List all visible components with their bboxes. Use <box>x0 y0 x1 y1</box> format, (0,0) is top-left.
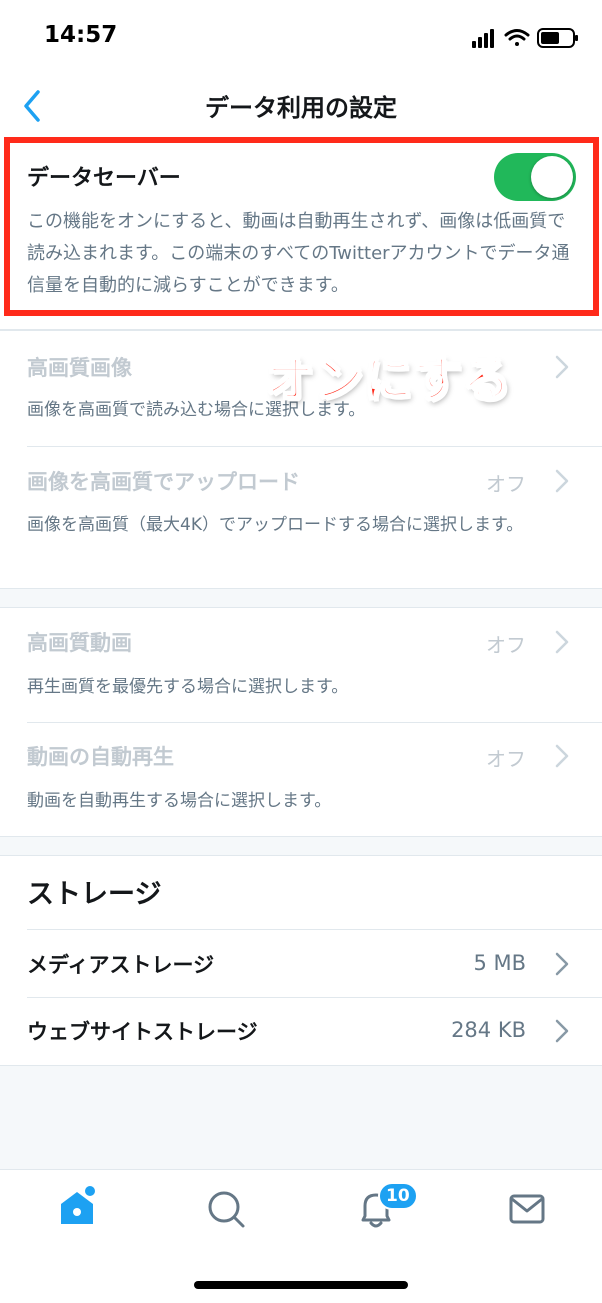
search-tab-icon[interactable] <box>201 1184 251 1234</box>
annotation-text: オンにする <box>265 351 512 409</box>
status-bar: 14:57 <box>0 0 602 72</box>
chevron-right-icon <box>555 952 569 976</box>
media-storage-value: 5 MB <box>473 951 526 975</box>
high-quality-video-title: 高画質動画 <box>27 631 132 655</box>
status-icons <box>472 28 578 48</box>
video-autoplay-value: オフ <box>486 747 526 771</box>
website-storage-value: 284 KB <box>451 1018 526 1042</box>
website-storage-label: ウェブサイトストレージ <box>27 1020 258 1044</box>
data-saver-toggle[interactable] <box>494 153 576 201</box>
messages-tab-icon[interactable] <box>502 1184 552 1234</box>
chevron-right-icon <box>555 630 569 654</box>
high-quality-upload-description: 画像を高画質（最大4K）でアップロードする場合に選択します。 <box>27 515 524 535</box>
storage-header: ストレージ <box>27 879 162 910</box>
video-autoplay-row[interactable] <box>0 723 602 836</box>
chevron-right-icon <box>555 1019 569 1043</box>
data-saver-label: データセーバー <box>27 166 181 191</box>
chevron-right-icon <box>555 355 569 379</box>
high-quality-images-title: 高画質画像 <box>27 356 132 380</box>
cellular-signal-icon <box>472 29 494 48</box>
video-autoplay-title: 動画の自動再生 <box>27 745 174 769</box>
page-title: データ利用の設定 <box>205 94 397 122</box>
video-autoplay-description: 動画を自動再生する場合に選択します。 <box>27 791 332 811</box>
high-quality-video-row[interactable] <box>0 608 602 722</box>
high-quality-upload-value: オフ <box>486 472 526 496</box>
notifications-badge: 10 <box>378 1182 418 1210</box>
battery-icon <box>537 28 578 48</box>
status-time: 14:57 <box>44 22 118 48</box>
high-quality-upload-title: 画像を高画質でアップロード <box>27 470 300 494</box>
navigation-bar: データ利用の設定 <box>0 72 602 138</box>
high-quality-video-description: 再生画質を最優先する場合に選択します。 <box>27 677 349 697</box>
home-tab-icon[interactable] <box>52 1182 102 1232</box>
toggle-knob <box>531 156 573 198</box>
wifi-icon <box>504 29 530 46</box>
chevron-right-icon <box>555 469 569 493</box>
high-quality-video-value: オフ <box>486 633 526 657</box>
media-storage-label: メディアストレージ <box>27 953 215 977</box>
data-saver-description: この機能をオンにすると、動画は自動再生されず、画像は低画質で読み込まれます。この… <box>27 211 570 296</box>
home-indicator <box>194 1281 408 1289</box>
chevron-right-icon <box>555 744 569 768</box>
